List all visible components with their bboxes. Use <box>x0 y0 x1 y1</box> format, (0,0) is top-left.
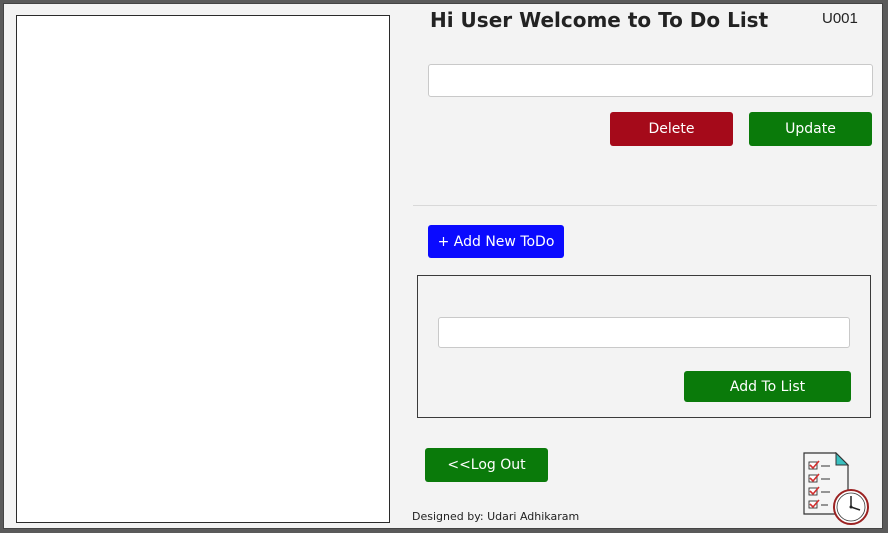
todo-list-panel[interactable] <box>16 15 390 523</box>
delete-button[interactable]: Delete <box>610 112 733 146</box>
section-divider <box>413 205 877 206</box>
checklist-clock-icon <box>803 452 869 525</box>
new-todo-input[interactable] <box>438 317 850 348</box>
app-window: Hi User Welcome to To Do List U001 Delet… <box>3 3 883 529</box>
update-button[interactable]: Update <box>749 112 872 146</box>
edit-todo-input[interactable] <box>428 64 873 97</box>
add-to-list-button[interactable]: Add To List <box>684 371 851 402</box>
user-id-label: U001 <box>822 10 858 27</box>
designer-credit: Designed by: Udari Adhikaram <box>412 510 580 523</box>
logout-button[interactable]: <<Log Out <box>425 448 548 482</box>
add-new-todo-button[interactable]: + Add New ToDo <box>428 225 564 258</box>
page-title: Hi User Welcome to To Do List <box>430 8 769 32</box>
